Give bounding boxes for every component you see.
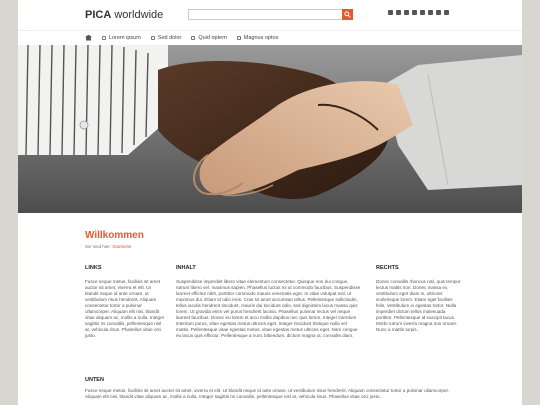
xing-icon[interactable] [428,10,433,15]
column-links: LINKS Fusce neque metus, facilisis sit a… [85,265,165,339]
page: PICA worldwide Lorem ipsum Sed dolor Qui… [18,0,522,405]
nav-item-magnus-optos[interactable]: Magnus optos [236,34,279,41]
breadcrumb-prefix: Sie sind hier: [85,244,112,249]
main-nav: Lorem ipsum Sed dolor Quid optem Magnus … [18,30,522,44]
section-heading: UNTEN [85,377,104,383]
nav-item-label: Quid optem [198,34,227,41]
mail-icon[interactable] [388,10,393,15]
social-links [388,10,449,15]
logo-rest: worldwide [111,9,164,21]
hero-image-handshake [18,45,522,213]
section-text: Fusce neque metus, facilisis sit amet au… [85,388,450,399]
nav-item-sed-dolor[interactable]: Sed dolor [150,34,182,41]
column-text: Suspendisse imperdiet libero vitae eleme… [176,279,361,338]
nav-item-label: Magnus optos [243,34,279,41]
column-heading: INHALT [176,265,196,271]
site-logo[interactable]: PICA worldwide [85,9,163,21]
nav-item-lorem-ipsum[interactable]: Lorem ipsum [102,35,141,41]
nav-item-quid-optem[interactable]: Quid optem [191,34,227,41]
section-unten: UNTEN Fusce neque metus, facilisis sit a… [85,377,460,400]
nav-item-label: Lorem ipsum [109,34,141,41]
nav-icon [150,35,155,40]
site-header: PICA worldwide [18,0,522,30]
content-columns: LINKS Fusce neque metus, facilisis sit a… [85,265,522,380]
search-input[interactable] [189,17,352,27]
search-box [188,9,353,27]
content-area: Willkommen Sie sind hier: Startseite LIN… [18,213,522,380]
nav-icon [191,35,196,40]
page-title: Willkommen [85,230,144,241]
breadcrumb-link-home[interactable]: Startseite [112,244,131,249]
search-button[interactable] [342,9,353,20]
home-icon[interactable] [85,34,92,41]
nav-icon [102,35,106,40]
column-heading: LINKS [85,265,102,271]
linkedin-icon[interactable] [420,10,425,15]
logo-bold: PICA [85,9,112,21]
youtube-icon[interactable] [436,10,441,15]
search-icon [344,11,351,18]
column-text: Donec convallis rhoncus nisl, quis tempo… [376,279,461,332]
twitter-icon[interactable] [404,10,409,15]
column-rechts: RECHTS Donec convallis rhoncus nisl, qui… [376,265,461,333]
google-plus-icon[interactable] [412,10,417,15]
column-text: Fusce neque metus, facilisis sit amet au… [85,279,165,338]
nav-item-label: Sed dolor [157,34,182,41]
column-heading: RECHTS [376,265,399,271]
breadcrumb: Sie sind hier: Startseite [85,244,522,249]
nav-icon [236,35,241,40]
flickr-icon[interactable] [444,10,449,15]
handshake-illustration [18,45,522,213]
facebook-icon[interactable] [396,10,401,15]
column-inhalt: INHALT Suspendisse imperdiet libero vita… [176,265,361,339]
